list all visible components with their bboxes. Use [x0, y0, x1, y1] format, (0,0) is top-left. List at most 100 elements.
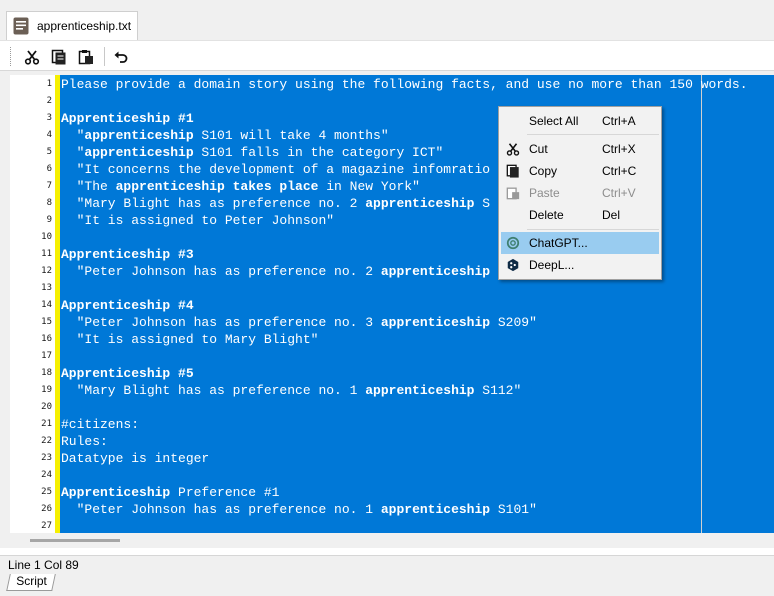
tab-apprenticeship-txt[interactable]: apprenticeship.txt: [6, 11, 138, 40]
copy-button[interactable]: [48, 46, 70, 68]
keyword-text: Apprenticeship #1: [61, 111, 194, 126]
editor-line[interactable]: 21 #citizens:: [10, 416, 774, 433]
keyword-text: Apprenticeship #5: [61, 366, 194, 381]
editor-line[interactable]: 26 "Peter Johnson has as preference no. …: [10, 501, 774, 518]
menu-item-chatgpt[interactable]: ChatGPT...: [501, 232, 659, 254]
line-text: "apprenticeship S101 falls in the catego…: [61, 144, 444, 161]
toolbar-grip[interactable]: [10, 47, 12, 66]
keyword-text: apprenticeship takes place: [115, 179, 319, 194]
undo-button[interactable]: [110, 46, 132, 68]
menu-shortcut: Ctrl+V: [602, 186, 636, 200]
line-number: 7: [46, 181, 52, 191]
editor-line[interactable]: 22 Rules:: [10, 433, 774, 450]
horizontal-scrollbar[interactable]: [10, 533, 774, 548]
line-number: 6: [46, 164, 52, 174]
menu-label: Select All: [529, 114, 579, 128]
menu-item-delete[interactable]: Delete Del: [501, 204, 659, 226]
plain-text: S101 will take 4 months": [193, 128, 389, 143]
editor-line[interactable]: 1 Please provide a domain story using the…: [10, 76, 774, 93]
line-number: 5: [46, 147, 52, 157]
chatgpt-icon: [505, 235, 521, 251]
line-number: 15: [41, 317, 52, 327]
plain-text: "Peter Johnson has as preference no. 1: [61, 502, 381, 517]
keyword-text: Apprenticeship: [61, 485, 171, 500]
editor-line[interactable]: 15 "Peter Johnson has as preference no. …: [10, 314, 774, 331]
editor-line[interactable]: 14 Apprenticeship #4: [10, 297, 774, 314]
toolbar-separator: [104, 47, 105, 66]
plain-text: "Mary Blight has as preference no. 2: [61, 196, 366, 211]
menu-item-deepl[interactable]: DeepL...: [501, 254, 659, 276]
line-number: 25: [41, 487, 52, 497]
menu-label: DeepL...: [529, 258, 575, 272]
line-number: 20: [41, 402, 52, 412]
paste-icon: [78, 50, 93, 65]
menu-item-copy[interactable]: Copy Ctrl+C: [501, 160, 659, 182]
undo-icon: [114, 51, 128, 63]
editor-line[interactable]: 27: [10, 518, 774, 533]
menu-label: Paste: [529, 186, 560, 200]
tab-bar: apprenticeship.txt: [0, 0, 774, 40]
paste-icon: [505, 185, 521, 201]
line-text: Rules:: [61, 433, 108, 450]
line-number: 16: [41, 334, 52, 344]
menu-item-cut[interactable]: Cut Ctrl+X: [501, 138, 659, 160]
line-text: Apprenticeship #5: [61, 365, 194, 382]
line-text: Apprenticeship #3: [61, 246, 194, 263]
scrollbar-thumb[interactable]: [30, 539, 120, 542]
script-tab-label: Script: [15, 574, 47, 588]
copy-icon: [51, 49, 66, 65]
menu-shortcut: Ctrl+C: [602, 164, 637, 178]
line-text: "Peter Johnson has as preference no. 1 a…: [61, 501, 537, 518]
keyword-text: apprenticeship: [84, 145, 194, 160]
editor-line[interactable]: 20: [10, 399, 774, 416]
plain-text: Rules:: [61, 434, 108, 449]
line-text: "It is assigned to Peter Johnson": [61, 212, 334, 229]
keyword-text: apprenticeship: [365, 196, 475, 211]
scissors-icon: [24, 50, 40, 65]
editor-line[interactable]: 25 Apprenticeship Preference #1: [10, 484, 774, 501]
plain-text: S: [474, 196, 491, 211]
line-text: Apprenticeship Preference #1: [61, 484, 279, 501]
tab-script[interactable]: Script: [6, 574, 56, 591]
plain-text: Preference #1: [170, 485, 280, 500]
line-number: 27: [41, 521, 52, 531]
context-menu: Select All Ctrl+A Cut Ctrl+X Copy Ctrl+C: [498, 106, 662, 280]
line-number: 19: [41, 385, 52, 395]
line-number: 11: [41, 249, 52, 259]
line-text: Apprenticeship #1: [61, 110, 194, 127]
menu-item-select-all[interactable]: Select All Ctrl+A: [501, 110, 659, 132]
keyword-text: apprenticeship: [84, 128, 194, 143]
editor-line[interactable]: 13: [10, 280, 774, 297]
editor-line[interactable]: 19 "Mary Blight has as preference no. 1 …: [10, 382, 774, 399]
menu-label: ChatGPT...: [529, 236, 588, 250]
plain-text: "It is assigned to Peter Johnson": [61, 213, 335, 228]
cursor-position: Line 1 Col 89: [8, 558, 79, 572]
plain-text: #citizens:: [61, 417, 140, 432]
text-file-icon: [13, 17, 29, 35]
line-number: 14: [41, 300, 52, 310]
plain-text: "Peter Johnson has as preference no. 2: [61, 264, 381, 279]
keyword-text: apprenticeship: [380, 264, 491, 279]
line-text: "apprenticeship S101 will take 4 months": [61, 127, 389, 144]
plain-text: ": [61, 145, 85, 160]
cut-button[interactable]: [21, 46, 43, 68]
plain-text: Datatype is integer: [61, 451, 210, 466]
editor-line[interactable]: 16 "It is assigned to Mary Blight": [10, 331, 774, 348]
keyword-text: Apprenticeship #4: [61, 298, 194, 313]
editor-line[interactable]: 18 Apprenticeship #5: [10, 365, 774, 382]
paste-button[interactable]: [75, 46, 97, 68]
scissors-icon: [505, 141, 521, 157]
plain-text: "Mary Blight has as preference no. 1: [61, 383, 366, 398]
editor-line[interactable]: 23 Datatype is integer: [10, 450, 774, 467]
menu-item-paste[interactable]: Paste Ctrl+V: [501, 182, 659, 204]
editor-line[interactable]: 17: [10, 348, 774, 365]
line-number: 4: [46, 130, 52, 140]
keyword-text: Apprenticeship #3: [61, 247, 194, 262]
line-text: "It is assigned to Mary Blight": [61, 331, 319, 348]
menu-shortcut: Del: [602, 208, 621, 222]
editor-line[interactable]: 24: [10, 467, 774, 484]
line-text: Datatype is integer: [61, 450, 209, 467]
plain-text: S101": [490, 502, 537, 517]
menu-label: Delete: [529, 208, 564, 222]
line-number: 22: [41, 436, 52, 446]
